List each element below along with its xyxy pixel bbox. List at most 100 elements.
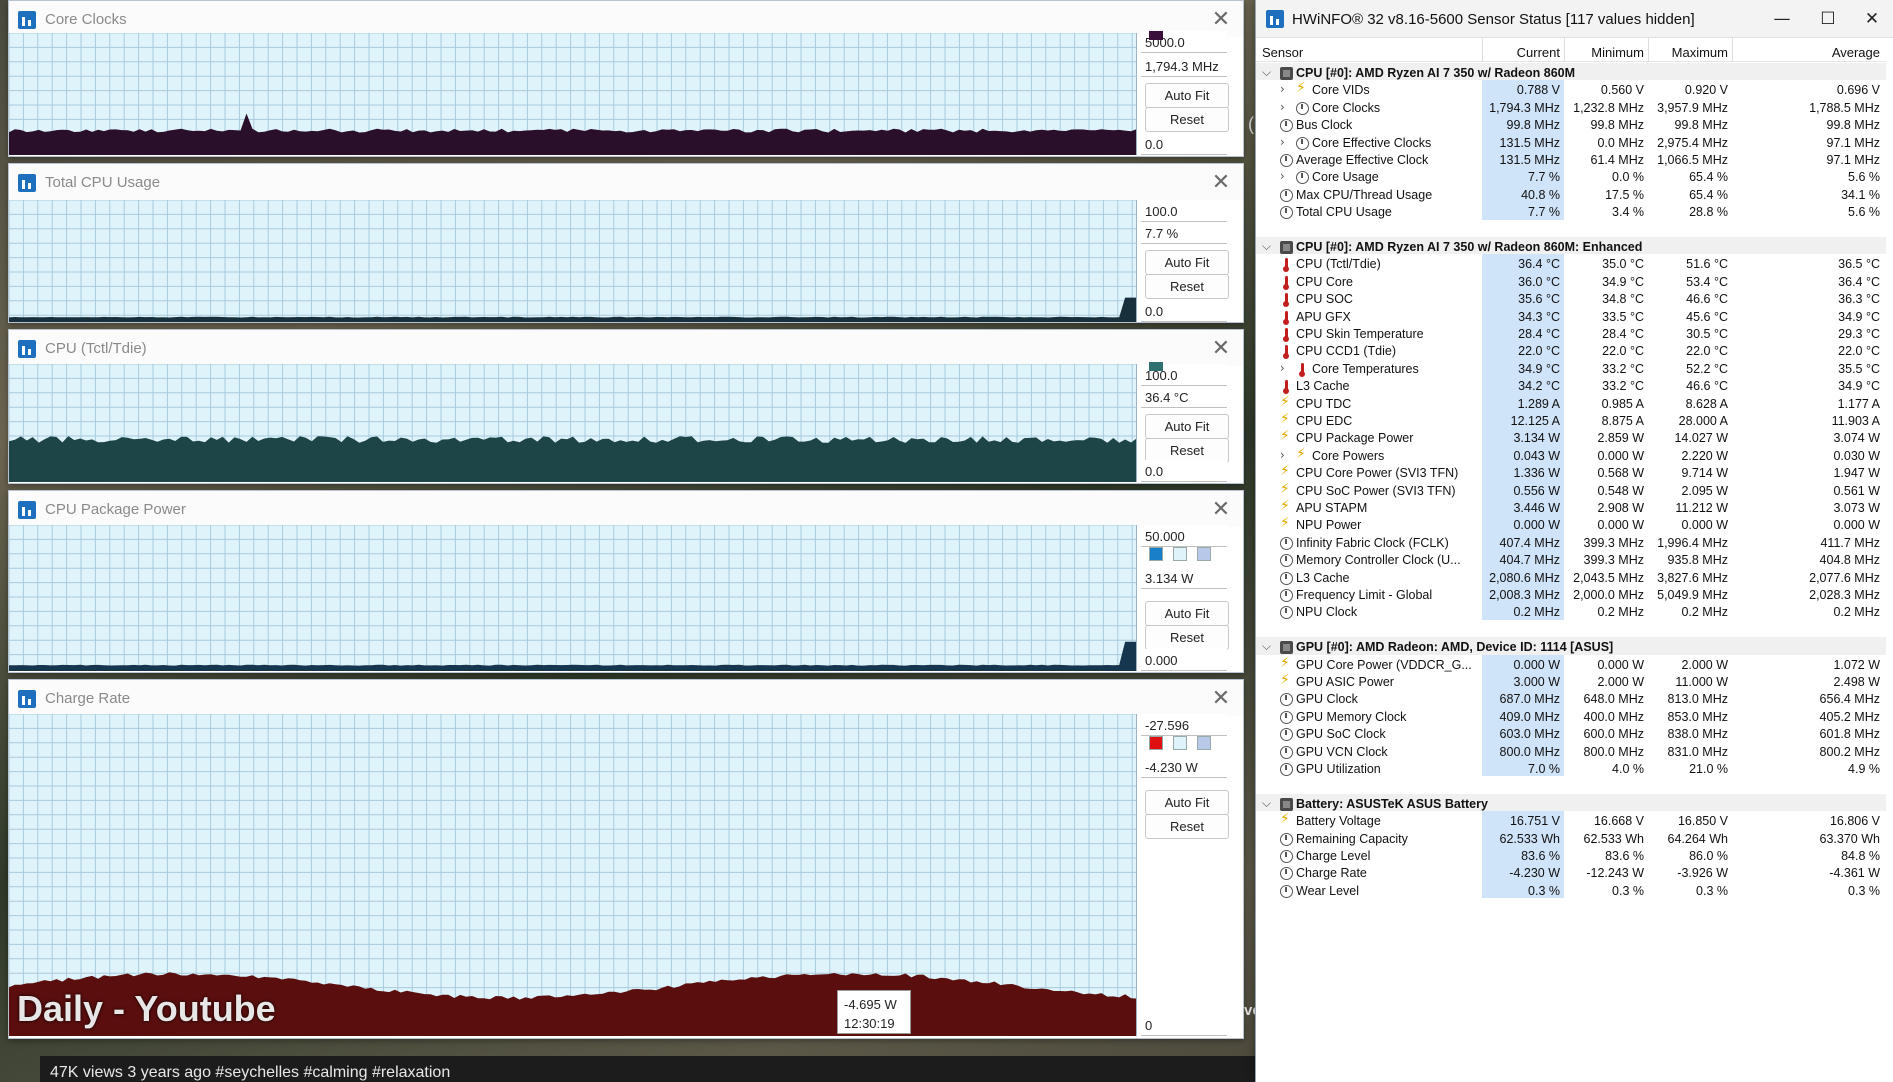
sensor-row[interactable]: GPU Memory Clock 409.0 MHz 400.0 MHz 853.0 … [1256, 706, 1886, 725]
expand-chevron-icon[interactable]: › [1280, 361, 1285, 375]
sensor-row[interactable]: ⚡ CPU TDC 1.289 A 0.985 A 8.628 A 1.177 A [1256, 393, 1886, 411]
graph-max-value[interactable]: 50.000 [1141, 525, 1227, 547]
hwinfo-sensor-window[interactable]: HWiNFO® 32 v8.16-5600 Sensor Status [117… [1255, 0, 1893, 1082]
line-color-swatch[interactable] [1149, 547, 1163, 561]
column-divider[interactable] [1564, 38, 1565, 62]
sensor-row[interactable]: ⚡ CPU EDC 12.125 A 8.875 A 28.000 A 11.903 A [1256, 411, 1886, 429]
sensor-row[interactable]: Wear Level 0.3 % 0.3 % 0.3 % 0.3 % [1256, 880, 1886, 899]
sensor-row[interactable]: Remaining Capacity 62.533 Wh 62.533 Wh 64.2… [1256, 828, 1886, 846]
sensor-row[interactable]: GPU VCN Clock 800.0 MHz 800.0 MHz 831.0 MHz… [1256, 741, 1886, 759]
sensor-row[interactable]: Charge Rate -4.230 W -12.243 W -3.926 W -4.3… [1256, 863, 1886, 881]
sensor-row[interactable]: CPU (Tctl/Tdie) 36.4 °C 35.0 °C 51.6 °C 36.5… [1256, 254, 1886, 273]
column-minimum[interactable]: Minimum [1591, 45, 1644, 60]
sensor-row[interactable]: GPU SoC Clock 603.0 MHz 600.0 MHz 838.0 MHz… [1256, 724, 1886, 742]
sensor-row[interactable]: › ⚡ Core VIDs 0.788 V 0.560 V 0.920 V 0.696 V [1256, 80, 1886, 98]
graph-plot[interactable] [9, 200, 1137, 322]
graph-plot[interactable] [9, 33, 1137, 155]
sensor-row[interactable]: › Core Clocks 1,794.3 MHz 1,232.8 MHz 3,957.… [1256, 97, 1886, 116]
graph-titlebar[interactable]: Charge Rate ✕ [9, 680, 1243, 716]
graph-min-value[interactable]: 0.0 [1141, 460, 1227, 482]
graph-min-value[interactable]: 0.0 [1141, 300, 1227, 322]
auto-fit-button[interactable]: Auto Fit [1145, 83, 1229, 108]
column-average[interactable]: Average [1832, 45, 1880, 60]
column-sensor[interactable]: Sensor [1262, 45, 1303, 60]
grid-color-swatch[interactable] [1197, 547, 1211, 561]
sensor-group-row[interactable]: ⌵ GPU [#0]: AMD Radeon: AMD, Device ID: 1… [1256, 637, 1886, 655]
sensor-row[interactable]: Average Effective Clock 131.5 MHz 61.4 MHz… [1256, 150, 1886, 168]
expand-chevron-icon[interactable]: › [1280, 82, 1285, 96]
auto-fit-button[interactable]: Auto Fit [1145, 790, 1229, 815]
hwinfo-titlebar[interactable]: HWiNFO® 32 v8.16-5600 Sensor Status [117… [1256, 0, 1893, 38]
background-color-swatch[interactable] [1173, 547, 1187, 561]
close-icon[interactable]: ✕ [1207, 7, 1235, 33]
close-icon[interactable]: ✕ [1207, 336, 1235, 362]
sensor-row[interactable]: GPU Utilization 7.0 % 4.0 % 21.0 % 4.9 % [1256, 759, 1886, 777]
sensor-row[interactable]: Max CPU/Thread Usage 40.8 % 17.5 % 65.4 % 34… [1256, 184, 1886, 203]
sensor-row[interactable]: › ⚡ Core Powers 0.043 W 0.000 W 2.220 W 0.030 … [1256, 445, 1886, 464]
sensor-group-row[interactable]: ⌵ CPU [#0]: AMD Ryzen AI 7 350 w/ Radeon … [1256, 237, 1886, 255]
series-color-swatch[interactable] [1149, 31, 1163, 40]
auto-fit-button[interactable]: Auto Fit [1145, 601, 1229, 626]
graph-window[interactable]: CPU Package Power ✕ 50.000 3.134 W Auto Fit R… [8, 490, 1244, 673]
sensor-row[interactable]: ⚡ GPU ASIC Power 3.000 W 2.000 W 11.000 W 2.4… [1256, 672, 1886, 690]
expand-chevron-icon[interactable]: › [1280, 135, 1285, 149]
sensor-row[interactable]: CPU SOC 35.6 °C 34.8 °C 46.6 °C 36.3 °C [1256, 289, 1886, 308]
sensor-row[interactable]: L3 Cache 34.2 °C 33.2 °C 46.6 °C 34.9 °C [1256, 376, 1886, 395]
column-divider[interactable] [1482, 38, 1483, 62]
auto-fit-button[interactable]: Auto Fit [1145, 250, 1229, 275]
graph-min-value[interactable]: 0.0 [1141, 133, 1227, 155]
sensor-row[interactable]: CPU CCD1 (Tdie) 22.0 °C 22.0 °C 22.0 °C 22.0… [1256, 341, 1886, 360]
sensor-row[interactable]: CPU Core 36.0 °C 34.9 °C 53.4 °C 36.4 °C [1256, 271, 1886, 290]
sensor-row[interactable]: Total CPU Usage 7.7 % 3.4 % 28.8 % 5.6 % [1256, 202, 1886, 220]
sensor-row[interactable]: ⚡ Battery Voltage 16.751 V 16.668 V 16.850 V… [1256, 811, 1886, 829]
sensor-row[interactable]: CPU Skin Temperature 28.4 °C 28.4 °C 30.5 °… [1256, 324, 1886, 342]
column-divider[interactable] [1648, 38, 1649, 62]
sensor-row[interactable]: › Core Effective Clocks 131.5 MHz 0.0 MHz 2,… [1256, 132, 1886, 150]
graph-titlebar[interactable]: CPU Package Power ✕ [9, 491, 1243, 527]
sensor-row[interactable]: › Core Temperatures 34.9 °C 33.2 °C 52.2 °C 3… [1256, 358, 1886, 377]
collapse-chevron-icon[interactable]: ⌵ [1262, 65, 1271, 80]
sensor-row[interactable]: L3 Cache 2,080.6 MHz 2,043.5 MHz 3,827.6 MH… [1256, 567, 1886, 585]
sensor-row[interactable]: ⚡ CPU Core Power (SVI3 TFN) 1.336 W 0.568 W… [1256, 463, 1886, 481]
expand-chevron-icon[interactable]: › [1280, 448, 1285, 462]
auto-fit-button[interactable]: Auto Fit [1145, 414, 1229, 439]
sensor-row[interactable]: › Core Usage 7.7 % 0.0 % 65.4 % 5.6 % [1256, 167, 1886, 185]
graph-min-value[interactable]: 0.000 [1141, 649, 1227, 671]
sensor-row[interactable]: GPU Clock 687.0 MHz 648.0 MHz 813.0 MHz 656.… [1256, 689, 1886, 707]
sensor-row[interactable]: Infinity Fabric Clock (FCLK) 407.4 MHz 399… [1256, 532, 1886, 551]
column-maximum[interactable]: Maximum [1672, 45, 1728, 60]
background-color-swatch[interactable] [1173, 736, 1187, 750]
column-divider[interactable] [1732, 38, 1733, 62]
graph-titlebar[interactable]: Total CPU Usage ✕ [9, 164, 1243, 200]
graph-plot[interactable]: Daily - Youtube -4.695 W 12:30:19 [9, 714, 1137, 1036]
graph-plot[interactable] [9, 525, 1137, 671]
graph-window[interactable]: Charge Rate ✕ Daily - Youtube -4.695 W 12:30… [8, 679, 1244, 1039]
line-color-swatch[interactable] [1149, 736, 1163, 750]
graph-window[interactable]: Core Clocks ✕ 5000.0 1,794.3 MHz Auto Fit Res… [8, 0, 1244, 157]
sensor-row[interactable]: ⚡ CPU SoC Power (SVI3 TFN) 0.556 W 0.548 W 2… [1256, 480, 1886, 498]
column-current[interactable]: Current [1517, 45, 1560, 60]
sensor-row[interactable]: Charge Level 83.6 % 83.6 % 86.0 % 84.8 % [1256, 846, 1886, 864]
graph-titlebar[interactable]: CPU (Tctl/Tdie) ✕ [9, 330, 1243, 366]
sensor-row[interactable]: NPU Clock 0.2 MHz 0.2 MHz 0.2 MHz 0.2 MHz [1256, 602, 1886, 620]
graph-window[interactable]: Total CPU Usage ✕ 100.0 7.7 % Auto Fit Reset 0… [8, 163, 1244, 323]
close-button[interactable]: ✕ [1852, 6, 1892, 32]
sensor-row[interactable]: Bus Clock 99.8 MHz 99.8 MHz 99.8 MHz 99.8 MH… [1256, 115, 1886, 133]
graph-titlebar[interactable]: Core Clocks ✕ [9, 1, 1243, 37]
sensor-group-row[interactable]: ⌵ CPU [#0]: AMD Ryzen AI 7 350 w/ Radeon … [1256, 63, 1886, 81]
grid-color-swatch[interactable] [1197, 736, 1211, 750]
reset-button[interactable]: Reset [1145, 107, 1229, 132]
minimize-button[interactable]: — [1762, 6, 1802, 32]
reset-button[interactable]: Reset [1145, 274, 1229, 299]
graph-window[interactable]: CPU (Tctl/Tdie) ✕ 100.0 36.4 °C Auto Fit Rese… [8, 329, 1244, 484]
graph-max-value[interactable]: 100.0 [1141, 200, 1227, 222]
sensor-row[interactable]: Memory Controller Clock (U... 404.7 MHz 39… [1256, 550, 1886, 568]
sensor-row[interactable]: ⚡ NPU Power 0.000 W 0.000 W 0.000 W 0.000 W [1256, 515, 1886, 533]
sensor-row[interactable]: ⚡ GPU Core Power (VDDCR_G... 0.000 W 0.000 … [1256, 654, 1886, 672]
sensor-group-row[interactable]: ⌵ Battery: ASUSTeK ASUS Battery [1256, 793, 1886, 812]
sensor-row[interactable]: APU GFX 34.3 °C 33.5 °C 45.6 °C 34.9 °C [1256, 306, 1886, 325]
reset-button[interactable]: Reset [1145, 814, 1229, 839]
close-icon[interactable]: ✕ [1207, 686, 1235, 712]
graph-plot[interactable] [9, 364, 1137, 482]
expand-chevron-icon[interactable]: › [1280, 169, 1285, 183]
